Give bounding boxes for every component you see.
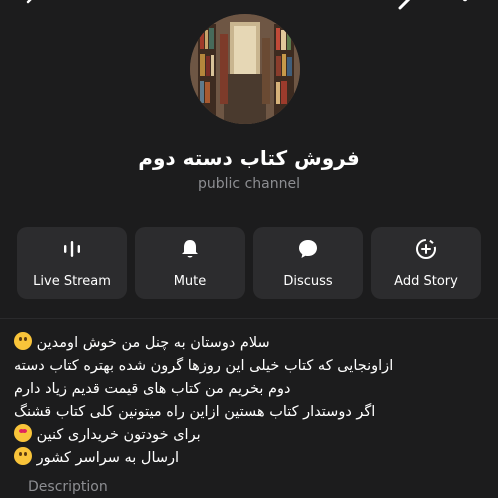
channel-description: سلام دوستان به چنل من خوش اومدین ازاونجا… xyxy=(14,332,472,470)
discuss-label: Discuss xyxy=(283,274,333,289)
action-buttons: Live Stream Mute Discuss Add Story xyxy=(17,227,481,299)
back-arrow-icon[interactable] xyxy=(22,0,42,12)
shushing-face-emoji-icon xyxy=(14,447,32,465)
hugging-face-emoji-icon xyxy=(14,332,32,350)
description-line: ارسال به سراسر کشور xyxy=(14,447,472,470)
mute-label: Mute xyxy=(173,274,207,289)
add-story-icon xyxy=(416,239,436,259)
description-line: برای خودتون خریداری کنین xyxy=(14,424,472,447)
bell-icon xyxy=(182,240,198,258)
description-line: اگر دوستدار کتاب هستین ازاین راه میتونین… xyxy=(14,404,376,420)
top-bar xyxy=(0,0,498,14)
description-line: دوم بخریم من کتاب های قیمت قدیم زیاد دار… xyxy=(14,381,291,397)
chat-bubble-icon xyxy=(299,240,317,258)
bookshelf-photo-icon xyxy=(190,14,300,124)
edit-pencil-icon[interactable] xyxy=(396,0,416,12)
channel-title: فروش کتاب دسته دوم xyxy=(138,146,360,170)
description-line: ازاونجایی که کتاب خیلی این روزها گرون شد… xyxy=(14,358,394,374)
description-caption: Description xyxy=(28,479,108,495)
heart-eyes-emoji-icon xyxy=(14,424,32,442)
description-line: سلام دوستان به چنل من خوش اومدین xyxy=(14,332,472,355)
more-options-icon[interactable] xyxy=(460,0,470,10)
live-stream-icon xyxy=(64,241,80,257)
section-divider xyxy=(0,318,498,319)
add-story-label: Add Story xyxy=(394,274,458,289)
live-stream-button[interactable]: Live Stream xyxy=(17,227,127,299)
channel-subtitle: public channel xyxy=(198,176,300,192)
mute-button[interactable]: Mute xyxy=(135,227,245,299)
live-stream-label: Live Stream xyxy=(33,274,111,289)
add-story-button[interactable]: Add Story xyxy=(371,227,481,299)
discuss-button[interactable]: Discuss xyxy=(253,227,363,299)
channel-avatar[interactable] xyxy=(190,14,300,124)
